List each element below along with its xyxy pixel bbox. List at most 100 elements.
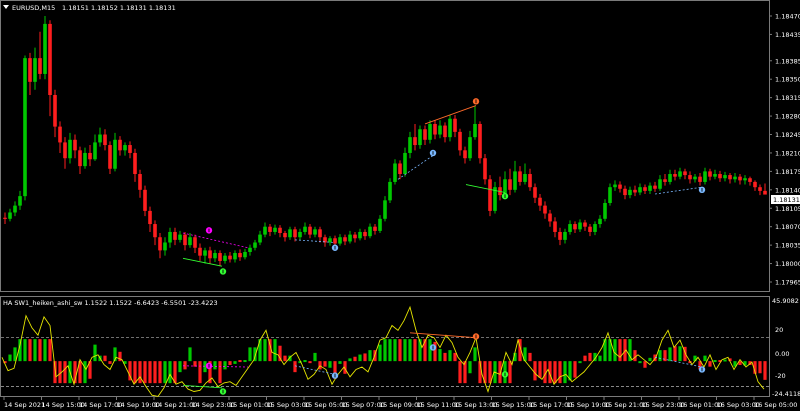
histogram-bar [473, 347, 477, 362]
candle-body [653, 185, 657, 189]
candle-body [658, 179, 662, 189]
signal-marker-icon [472, 333, 480, 340]
candle [633, 185, 637, 197]
divergence-line [182, 257, 223, 267]
candle-body [303, 226, 307, 232]
histogram-bar [468, 361, 472, 374]
candle [238, 249, 242, 261]
candle-body [403, 152, 407, 175]
candle [203, 247, 207, 264]
candle-body [223, 255, 227, 261]
histogram-bar [643, 361, 647, 368]
candle-body [663, 179, 667, 182]
candle-body [198, 247, 202, 256]
candle-body [103, 134, 107, 146]
histogram-bar [673, 346, 677, 362]
histogram-bar [508, 361, 512, 384]
histogram-bar [393, 339, 397, 362]
candle-body [173, 231, 177, 240]
candle [63, 137, 67, 169]
candle-body [578, 222, 582, 230]
candle-body [133, 152, 137, 175]
histogram-bar [458, 361, 462, 384]
candle-body [13, 205, 17, 213]
candle-body [608, 187, 612, 203]
histogram-bar [323, 361, 327, 367]
candle [308, 224, 312, 239]
candle [253, 239, 257, 251]
candle [38, 31, 42, 80]
histogram-bar [553, 361, 557, 384]
histogram-bar [103, 355, 107, 362]
candle [218, 250, 222, 267]
candle-body [3, 217, 7, 219]
candle-body [568, 224, 572, 232]
candle [513, 160, 517, 193]
candle [478, 121, 482, 164]
candle-body [128, 145, 132, 153]
histogram-bar [383, 339, 387, 362]
candle-body [93, 142, 97, 160]
candle [43, 16, 47, 80]
candle-body [8, 212, 12, 219]
candle-body [593, 224, 597, 232]
histogram-bar [448, 350, 452, 362]
histogram-bar [428, 339, 432, 362]
price-axis-label: 1.18035 [775, 242, 800, 250]
candle-body [338, 237, 342, 244]
candle [143, 185, 147, 217]
candle [78, 146, 82, 175]
time-axis[interactable]: 14 Sep 202114 Sep 15:0014 Sep 17:0014 Se… [3, 396, 797, 409]
candle-body [523, 174, 527, 182]
histogram-bar [413, 339, 417, 362]
candle [473, 105, 477, 140]
histogram-bar [723, 359, 727, 362]
histogram-bar [138, 361, 142, 384]
candle [163, 237, 167, 256]
candle-body [413, 137, 417, 146]
histogram-bar [8, 354, 12, 362]
candle-body [373, 226, 377, 231]
candle-body [358, 231, 362, 239]
candle-body [613, 184, 617, 188]
candle-body [118, 139, 122, 151]
candle-body [168, 231, 172, 243]
candle [748, 176, 752, 186]
candle [563, 228, 567, 244]
candle [233, 250, 237, 263]
indicator-axis[interactable]: 45.9082 20 0.00 -20 -24.4118 [771, 297, 800, 398]
candle [398, 160, 402, 180]
candle-body [548, 213, 552, 222]
candle-body [193, 237, 197, 248]
histogram-bar [438, 349, 442, 362]
candle-body [268, 226, 272, 232]
trading-chart[interactable]: EURUSD,M15 1.18151 1.18152 1.18131 1.181… [0, 0, 800, 411]
candle-body [483, 158, 487, 180]
histogram-bar [583, 355, 587, 362]
signal-marker-icon [219, 268, 227, 275]
candle [3, 212, 7, 225]
candle-body [313, 229, 317, 235]
candle [623, 185, 627, 200]
candle-body [213, 253, 217, 259]
candle-body [278, 227, 282, 234]
dropdown-triangle-icon[interactable] [3, 5, 9, 9]
candle [588, 224, 592, 237]
candle [483, 154, 487, 185]
candle-body [583, 222, 587, 227]
candle-body [628, 189, 632, 196]
candle [323, 234, 327, 247]
candle [138, 169, 142, 198]
candle-body [343, 237, 347, 242]
candle-body [218, 253, 222, 261]
signal-marker-icon [429, 344, 437, 351]
histogram-bar [38, 339, 42, 362]
histogram-bar [588, 352, 592, 362]
histogram-bar [248, 347, 252, 362]
histogram-bar [163, 361, 167, 384]
candle-body [393, 163, 397, 182]
candle [438, 120, 442, 139]
candle [743, 175, 747, 185]
price-axis[interactable]: 1.18470 1.18435 1.18385 1.18350 1.18315 1.182… [769, 13, 800, 287]
candle-body [68, 139, 72, 159]
